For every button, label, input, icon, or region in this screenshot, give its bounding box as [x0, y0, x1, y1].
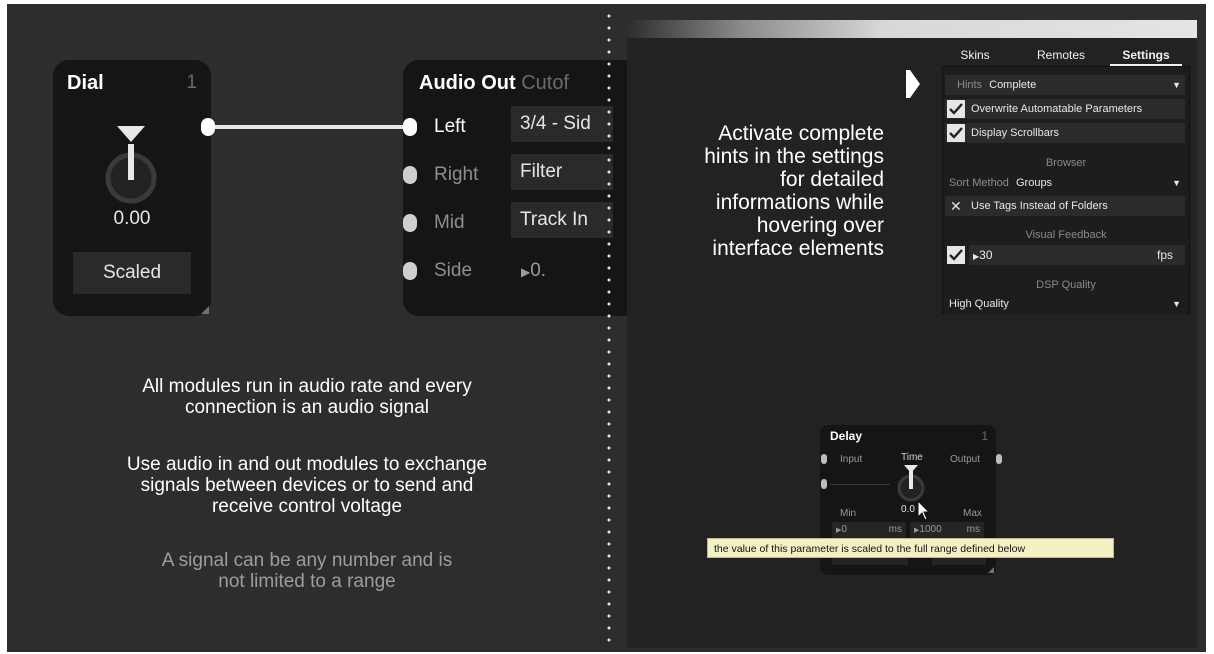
dropdown-arrow-icon: ▼ [1172, 80, 1181, 90]
hint-instructions: Activate complete hints in the settings … [704, 122, 884, 260]
fps-unit: fps [1156, 248, 1173, 262]
sort-label: Sort Method [949, 177, 1009, 189]
fps-field[interactable]: ▶30 fps [969, 245, 1185, 265]
delay-max-label: Max [963, 508, 982, 519]
dial-value: 0.00 [113, 208, 151, 229]
checkmark-icon [949, 249, 963, 261]
delay-min-label: Min [840, 508, 857, 519]
time-knob[interactable] [896, 463, 926, 503]
side-input-port[interactable] [403, 262, 417, 280]
settings-panel: Hints Complete ▼ Overwrite Automatable P… [942, 66, 1190, 314]
left-channel-select[interactable]: 3/4 - Sid [511, 106, 613, 142]
delay-sidechain-port[interactable] [821, 479, 827, 489]
delay-number: 1 [981, 429, 988, 443]
port-label-side: Side [434, 260, 473, 281]
use-tags-label: Use Tags Instead of Folders [971, 200, 1108, 212]
fps-row[interactable]: ▶30 fps [945, 245, 1185, 265]
hints-value: Complete [989, 79, 1037, 91]
visual-feedback-section-title: Visual Feedback [1025, 229, 1107, 241]
delay-min-field[interactable]: ▶0 ms [832, 522, 906, 538]
info-exchange-signals: Use audio in and out modules to exchange… [126, 454, 488, 517]
tab-skins[interactable]: Skins [950, 46, 1000, 64]
overwrite-label: Overwrite Automatable Parameters [971, 103, 1143, 115]
tooltip: the value of this parameter is scaled to… [707, 538, 1114, 558]
dial-number: 1 [186, 72, 197, 93]
info-audio-rate: All modules run in audio rate and every … [142, 376, 472, 418]
overwrite-checkbox[interactable] [947, 100, 965, 118]
sort-value: Groups [1015, 177, 1053, 189]
mouse-cursor-icon [917, 500, 931, 521]
visual-feedback-checkbox[interactable] [947, 246, 965, 264]
dotted-divider [607, 10, 611, 650]
port-label-left: Left [434, 116, 466, 137]
side-value-field[interactable]: ▶0. [521, 260, 546, 282]
delay-value: 0.0 [901, 504, 915, 515]
resize-handle[interactable] [988, 567, 994, 573]
dsp-quality-section-title: DSP Quality [1036, 279, 1096, 291]
checkmark-icon [949, 103, 963, 115]
overwrite-params-row[interactable]: Overwrite Automatable Parameters [945, 99, 1185, 119]
delay-title: Delay [830, 429, 863, 443]
connection-cable[interactable] [215, 125, 411, 129]
scrollbars-checkbox[interactable] [947, 124, 965, 142]
checkmark-icon [949, 127, 963, 139]
dsp-quality-dropdown[interactable]: High Quality ▼ [945, 294, 1185, 314]
dial-knob[interactable] [99, 122, 163, 204]
scrollbars-label: Display Scrollbars [971, 127, 1060, 139]
tab-settings[interactable]: Settings [1110, 46, 1182, 66]
resize-handle[interactable] [201, 306, 209, 314]
hints-dropdown[interactable]: Hints Complete ▼ [945, 75, 1185, 95]
dropdown-arrow-icon: ▼ [1172, 299, 1181, 309]
play-arrow-icon: ▶ [521, 265, 531, 279]
scaled-button[interactable]: Scaled [73, 252, 191, 294]
delay-time-label: Time [901, 452, 923, 463]
right-input-port[interactable] [403, 166, 417, 184]
dial-title: Dial [67, 72, 104, 94]
scrollbars-row[interactable]: Display Scrollbars [945, 123, 1185, 143]
use-tags-row[interactable]: ✕ Use Tags Instead of Folders [945, 196, 1185, 216]
dial-output-port[interactable] [201, 118, 215, 136]
pointer-arrow-icon [906, 70, 920, 98]
delay-input-port[interactable] [821, 454, 827, 464]
dropdown-arrow-icon: ▼ [1172, 178, 1181, 188]
fps-value: 30 [979, 248, 993, 262]
dial-module[interactable]: Dial 1 0.00 Scaled [53, 60, 211, 316]
audio-out-title-suffix: Cutof [521, 72, 570, 94]
browser-section-title: Browser [1045, 157, 1087, 169]
delay-input-label: Input [840, 454, 863, 465]
info-signal-range: A signal can be any number and is not li… [161, 550, 453, 592]
window-title-bar [627, 20, 1197, 38]
delay-output-label: Output [950, 454, 981, 465]
delay-knob-line [830, 484, 890, 485]
tab-remotes[interactable]: Remotes [1030, 46, 1092, 64]
unchecked-x-icon[interactable]: ✕ [950, 196, 962, 216]
port-label-mid: Mid [434, 212, 465, 233]
mid-channel-select[interactable]: Track In [511, 202, 613, 238]
dsp-quality-value: High Quality [949, 298, 1009, 310]
hints-label: Hints [957, 79, 983, 91]
sort-method-dropdown[interactable]: Sort Method Groups ▼ [945, 173, 1185, 193]
delay-output-port[interactable] [996, 454, 1002, 464]
mid-input-port[interactable] [403, 214, 417, 232]
right-channel-select[interactable]: Filter [511, 154, 613, 190]
dial-pointer-icon [117, 126, 145, 142]
port-label-right: Right [434, 164, 479, 185]
audio-out-title: Audio Out Cutof [419, 72, 570, 94]
delay-max-field[interactable]: ▶1000 ms [910, 522, 984, 538]
left-input-port[interactable] [403, 118, 417, 136]
